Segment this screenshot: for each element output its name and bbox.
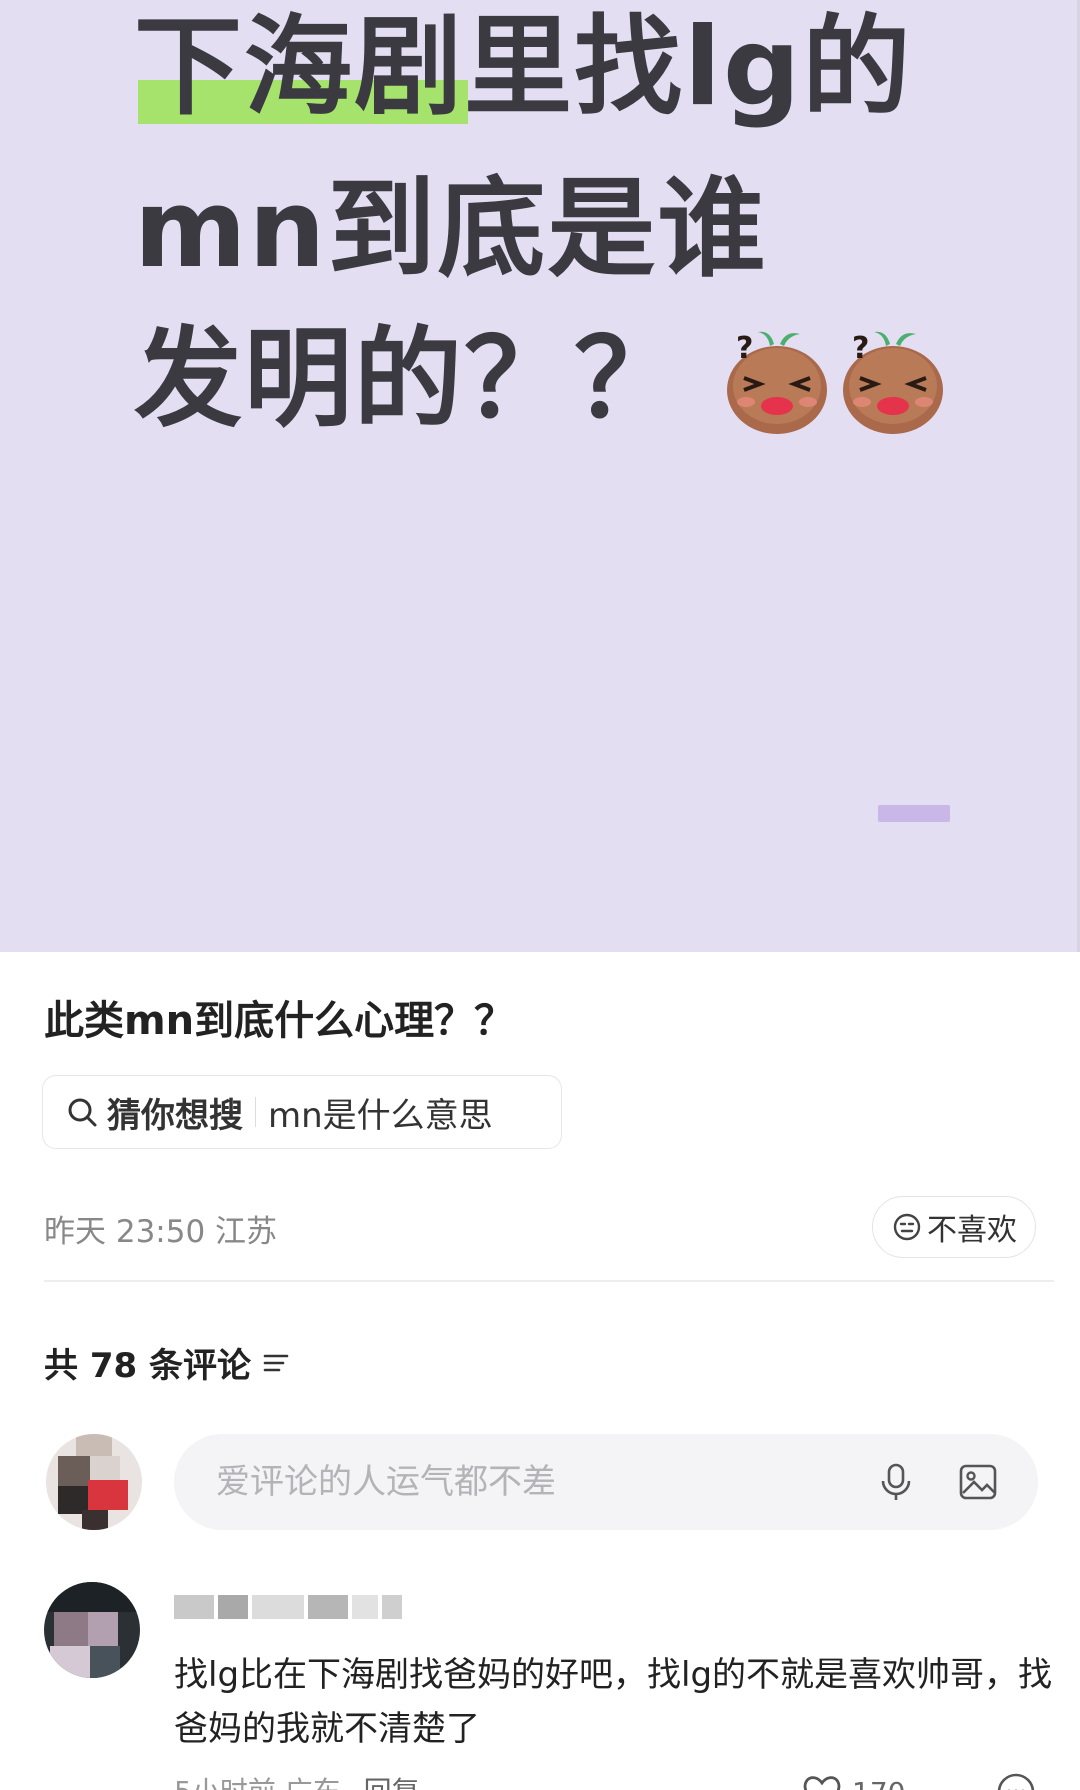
svg-text:?: ? (852, 331, 869, 366)
commenter-avatar[interactable] (44, 1582, 140, 1678)
post-cover-image[interactable]: 下海剧里找lg的 mn到底是谁 发明的？？ ? ? (0, 0, 1080, 952)
cover-title-line-3: 发明的？？ (134, 317, 685, 442)
comment-count-header[interactable]: 共 78 条评论 (44, 1338, 293, 1387)
comment-like-count: 170 (852, 1776, 905, 1790)
sort-lines-icon (263, 1354, 289, 1371)
comment-time-location: 5小时前 广东 (174, 1775, 341, 1790)
post-time-location: 昨天 23:50 江苏 (44, 1214, 278, 1250)
commenter-name-redacted[interactable] (174, 1592, 454, 1622)
dislike-button[interactable]: 不喜欢 (872, 1196, 1036, 1258)
comment-more-icon[interactable] (994, 1772, 1038, 1790)
image-picker-icon[interactable] (956, 1460, 1000, 1504)
current-user-avatar[interactable] (46, 1434, 142, 1530)
heart-icon (803, 1776, 841, 1790)
image-page-indicator (878, 805, 950, 822)
comment-text: 找lg比在下海剧找爸妈的好吧，找lg的不就是喜欢帅哥，找爸妈的我就不清楚了 (174, 1655, 1053, 1749)
comment-like-button[interactable]: 170 (800, 1772, 905, 1790)
confused-potato-emoji-icon: ? (727, 331, 827, 434)
post-title: 此类mn到底什么心理？？ (44, 998, 515, 1044)
comment-count-label: 共 78 条评论 (44, 1346, 251, 1386)
post-detail-page: 下海剧里找lg的 mn到底是谁 发明的？？ ? ? 此类mn到底什么心理？？ 猜… (0, 0, 1080, 1790)
dislike-label: 不喜欢 (927, 1213, 1017, 1248)
search-icon (68, 1098, 97, 1127)
cover-title-line-2: mn到底是谁 (134, 167, 768, 292)
svg-text:?: ? (736, 331, 753, 366)
confused-potato-emoji-icon: ? (843, 331, 943, 434)
reply-button[interactable]: 回复 (364, 1775, 420, 1790)
search-suggestion-label: 猜你想搜 (107, 1095, 243, 1136)
comment-composer[interactable] (174, 1434, 1038, 1530)
comment-input[interactable] (216, 1462, 836, 1502)
cover-title-line-1: 下海剧里找lg的 (134, 5, 913, 130)
section-divider (44, 1280, 1054, 1282)
comment-meta: 5小时前 广东 回复 (174, 1770, 420, 1790)
meh-face-icon (893, 1213, 921, 1241)
search-suggestion-chip[interactable]: 猜你想搜 mn是什么意思 (42, 1075, 562, 1149)
search-suggestion-query: mn是什么意思 (268, 1095, 493, 1136)
microphone-icon[interactable] (874, 1460, 918, 1504)
chip-divider (255, 1097, 256, 1127)
